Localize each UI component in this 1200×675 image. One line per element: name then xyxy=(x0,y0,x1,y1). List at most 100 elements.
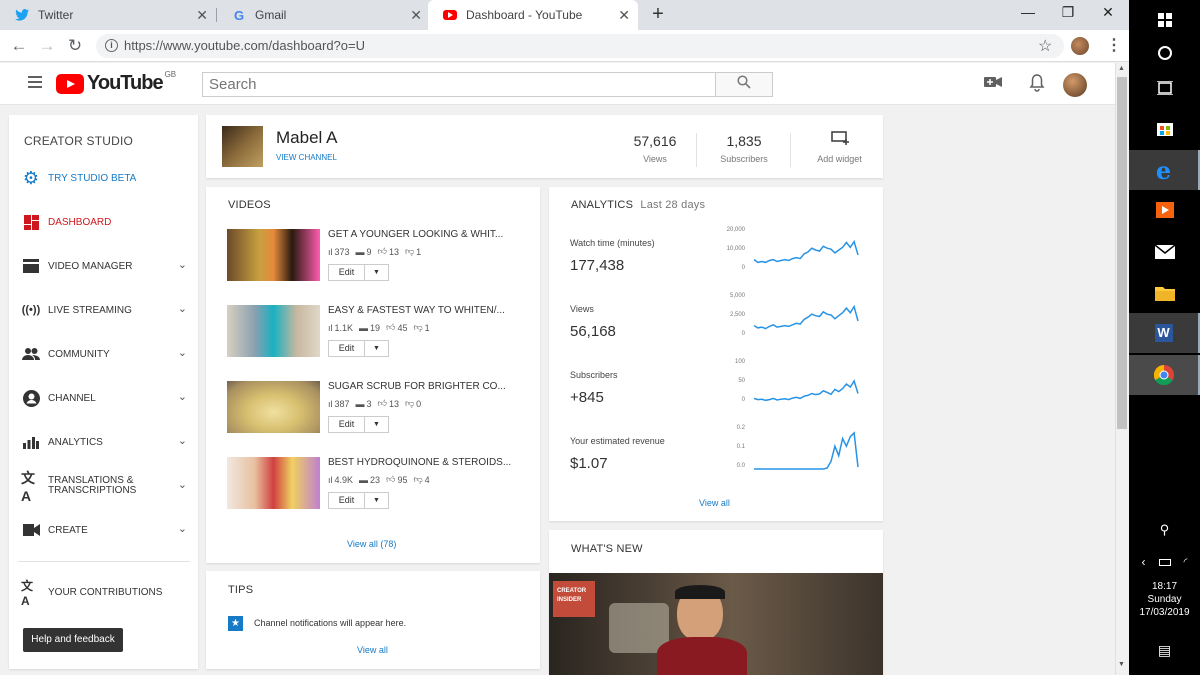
youtube-logo[interactable]: YouTube GB xyxy=(56,70,176,95)
video-thumbnail[interactable] xyxy=(227,229,320,281)
task-view-icon[interactable] xyxy=(1129,68,1200,108)
back-arrow-icon[interactable]: ← xyxy=(9,36,29,56)
sparkline-chart xyxy=(753,239,859,264)
scrollbar-thumb[interactable] xyxy=(1117,77,1127,429)
sidebar-item-community[interactable]: COMMUNITY ⌄ xyxy=(21,344,191,364)
sidebar-item-analytics[interactable]: ANALYTICS ⌄ xyxy=(21,432,191,452)
chevron-down-icon[interactable]: ⌄ xyxy=(178,258,187,271)
tips-view-all-link[interactable]: View all xyxy=(357,645,388,655)
metric-revenue: Your estimated revenue $1.07 xyxy=(570,436,665,472)
analytics-view-all-link[interactable]: View all xyxy=(699,498,730,508)
file-explorer-icon[interactable] xyxy=(1129,273,1200,313)
edit-button[interactable]: Edit xyxy=(329,417,365,432)
close-tab-icon[interactable]: ✕ xyxy=(196,7,208,24)
translate-icon: 文A xyxy=(21,470,35,504)
sidebar-item-live-streaming[interactable]: ((•)) LIVE STREAMING ⌄ xyxy=(21,300,191,320)
comments-count: 9 xyxy=(366,246,372,257)
edge-browser-icon[interactable]: e xyxy=(1129,150,1200,190)
sidebar-item-video-manager[interactable]: VIDEO MANAGER ⌄ xyxy=(21,256,191,276)
chevron-down-icon[interactable]: ⌄ xyxy=(178,522,187,535)
caret-down-icon[interactable]: ▼ xyxy=(365,421,388,428)
battery-icon[interactable] xyxy=(1158,558,1171,566)
metric-value: 56,168 xyxy=(570,323,616,340)
view-channel-link[interactable]: VIEW CHANNEL xyxy=(276,153,337,162)
hamburger-menu-icon[interactable] xyxy=(28,76,42,88)
video-thumbnail[interactable] xyxy=(227,305,320,357)
search-icon xyxy=(737,75,751,89)
sidebar-item-try-studio-beta[interactable]: ⚙ TRY STUDIO BETA xyxy=(21,168,191,188)
taskbar-clock[interactable]: 18:17 Sunday 17/03/2019 xyxy=(1129,580,1200,619)
store-icon[interactable] xyxy=(1129,108,1200,148)
chevron-down-icon[interactable]: ⌄ xyxy=(178,390,187,403)
video-title[interactable]: SUGAR SCRUB FOR BRIGHTER CO... xyxy=(328,381,506,392)
edit-dropdown[interactable]: Edit ▼ xyxy=(328,416,389,433)
channel-thumbnail[interactable] xyxy=(222,126,263,167)
chevron-left-icon[interactable]: ‹ xyxy=(1142,555,1146,569)
info-icon[interactable]: i xyxy=(105,39,118,52)
reload-icon[interactable]: ↻ xyxy=(65,36,85,56)
dislikes-stat: 👎︎ 1 xyxy=(405,246,421,257)
chrome-icon[interactable] xyxy=(1129,355,1200,395)
restore-button[interactable]: ❐ xyxy=(1058,4,1078,21)
edit-dropdown[interactable]: Edit ▼ xyxy=(328,264,389,281)
upload-video-icon[interactable] xyxy=(984,75,1002,94)
tab-twitter[interactable]: Twitter ✕ xyxy=(0,0,216,30)
tab-gmail[interactable]: G Gmail ✕ xyxy=(217,0,430,30)
edit-button[interactable]: Edit xyxy=(329,493,365,508)
bookmark-star-icon[interactable]: ☆ xyxy=(1038,36,1052,56)
chevron-down-icon[interactable]: ⌄ xyxy=(178,302,187,315)
video-thumbnail[interactable] xyxy=(227,381,320,433)
video-title[interactable]: EASY & FASTEST WAY TO WHITEN/... xyxy=(328,305,505,316)
video-thumbnail[interactable] xyxy=(227,457,320,509)
url-bar[interactable]: i https://www.youtube.com/dashboard?o=U xyxy=(96,34,1064,58)
search-input[interactable] xyxy=(202,72,716,97)
add-widget-button[interactable]: Add widget xyxy=(806,131,873,164)
edit-button[interactable]: Edit xyxy=(329,341,365,356)
sidebar-item-label: COMMUNITY xyxy=(48,348,110,360)
wifi-icon[interactable]: ◜ xyxy=(1184,557,1188,568)
caret-down-icon[interactable]: ▼ xyxy=(365,497,388,504)
minimize-button[interactable]: — xyxy=(1018,4,1038,20)
sidebar-item-your-contributions[interactable]: 文A YOUR CONTRIBUTIONS xyxy=(21,579,191,608)
caret-down-icon[interactable]: ▼ xyxy=(365,269,388,276)
sidebar-item-dashboard[interactable]: DASHBOARD xyxy=(21,212,191,232)
chevron-down-icon[interactable]: ⌄ xyxy=(178,346,187,359)
sidebar-item-translations[interactable]: 文A TRANSLATIONS & TRANSCRIPTIONS ⌄ xyxy=(21,470,191,504)
chevron-down-icon[interactable]: ⌄ xyxy=(178,478,187,491)
sidebar-item-channel[interactable]: CHANNEL ⌄ xyxy=(21,388,191,408)
caret-down-icon[interactable]: ▼ xyxy=(365,345,388,352)
clock-time: 18:17 xyxy=(1151,581,1178,592)
whats-new-title: WHAT'S NEW xyxy=(571,543,643,555)
close-tab-icon[interactable]: ✕ xyxy=(618,7,630,24)
browser-menu-icon[interactable]: ⋮ xyxy=(1106,35,1122,55)
edit-dropdown[interactable]: Edit ▼ xyxy=(328,492,389,509)
close-window-button[interactable]: ✕ xyxy=(1098,4,1118,21)
edit-dropdown[interactable]: Edit ▼ xyxy=(328,340,389,357)
cortana-search-icon[interactable] xyxy=(1129,33,1200,73)
mail-icon[interactable] xyxy=(1129,232,1200,272)
address-toolbar: ← → ↻ i https://www.youtube.com/dashboar… xyxy=(0,30,1129,62)
videos-view-all-link[interactable]: View all (78) xyxy=(347,539,396,549)
word-icon[interactable]: W xyxy=(1129,313,1200,353)
notifications-icon[interactable]: ▤ xyxy=(1129,630,1200,670)
sidebar-item-label: LIVE STREAMING xyxy=(48,304,132,316)
browser-profile-avatar[interactable] xyxy=(1071,37,1089,55)
video-title[interactable]: BEST HYDROQUINONE & STEROIDS... xyxy=(328,457,511,468)
dislikes-stat: 👎︎ 1 xyxy=(413,322,429,333)
video-title[interactable]: GET A YOUNGER LOOKING & WHIT... xyxy=(328,229,503,240)
tab-youtube-dashboard[interactable]: Dashboard - YouTube ✕ xyxy=(428,0,638,30)
sidebar-item-create[interactable]: CREATE ⌄ xyxy=(21,520,191,540)
search-button[interactable] xyxy=(715,72,773,97)
help-and-feedback-button[interactable]: Help and feedback xyxy=(23,628,123,652)
thumbs-up-icon: 👍︎ xyxy=(377,398,387,408)
notifications-bell-icon[interactable] xyxy=(1029,74,1045,97)
chevron-down-icon[interactable]: ⌄ xyxy=(178,434,187,447)
account-avatar[interactable] xyxy=(1063,73,1087,97)
forward-arrow-icon[interactable]: → xyxy=(37,36,57,56)
close-tab-icon[interactable]: ✕ xyxy=(410,7,422,24)
whats-new-video-thumbnail[interactable]: CREATOR INSIDER xyxy=(549,573,883,675)
new-tab-button[interactable]: + xyxy=(648,3,668,26)
edit-button[interactable]: Edit xyxy=(329,265,365,280)
system-tray: ‹ ◜ xyxy=(1129,542,1200,582)
media-player-icon[interactable] xyxy=(1129,190,1200,230)
